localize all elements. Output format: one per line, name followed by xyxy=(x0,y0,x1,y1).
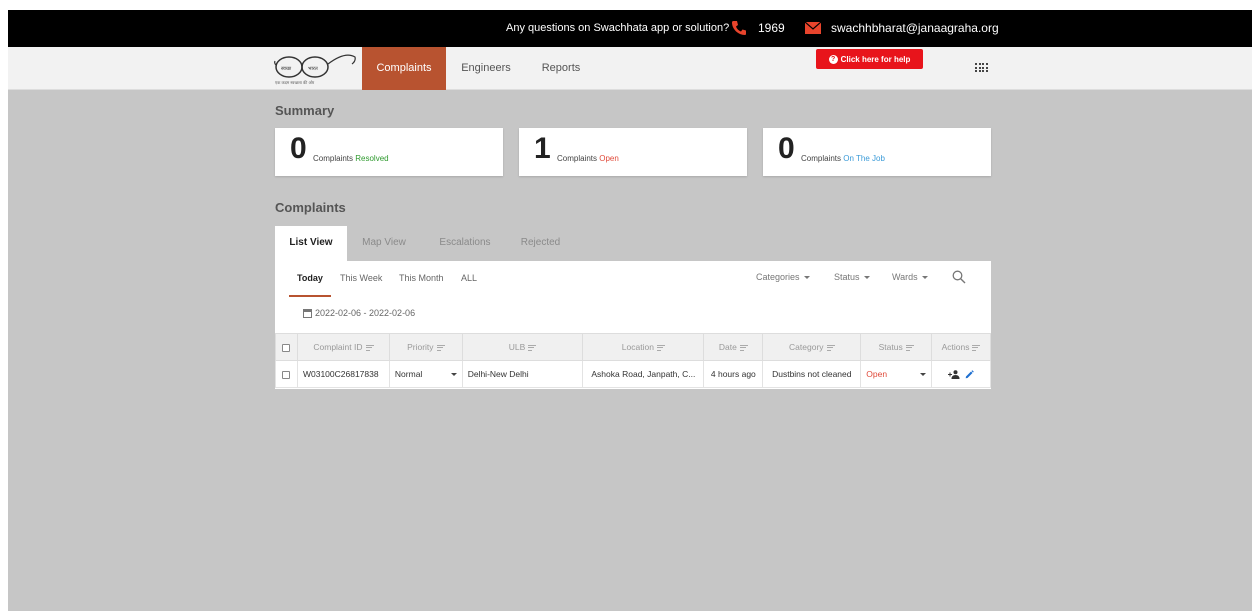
contact-bar: Any questions on Swachhata app or soluti… xyxy=(8,10,1252,47)
open-count: 1 xyxy=(534,132,551,165)
contact-question: Any questions on Swachhata app or soluti… xyxy=(506,22,730,34)
search-icon[interactable] xyxy=(952,270,966,284)
svg-text:भारत: भारत xyxy=(308,66,318,72)
card-label: Complaints xyxy=(557,154,598,163)
date-range-value: 2022-02-06 - 2022-02-06 xyxy=(315,308,416,318)
phone-icon xyxy=(732,21,746,35)
status-value: Open xyxy=(866,369,888,379)
help-button-label: Click here for help xyxy=(840,54,911,64)
chevron-down-icon xyxy=(920,373,927,376)
summary-heading: Summary xyxy=(275,103,335,118)
swachh-bharat-logo: स्वच्छ भारत एक कदम स्वच्छता की ओर xyxy=(274,54,356,85)
status-select[interactable]: Open xyxy=(860,360,933,388)
svg-text:स्वच्छ: स्वच्छ xyxy=(281,66,292,72)
summary-card-on-the-job: 0 Complaints On The Job xyxy=(763,128,991,176)
row-select-cell xyxy=(275,360,298,388)
question-circle-icon: ? xyxy=(828,54,838,64)
nav-tab-complaints[interactable]: Complaints xyxy=(362,47,446,90)
helpline-number[interactable]: 1969 xyxy=(758,21,785,35)
row-checkbox[interactable] xyxy=(282,370,291,379)
app-frame: Any questions on Swachhata app or soluti… xyxy=(8,10,1252,611)
sort-icon xyxy=(739,344,748,351)
select-all-cell xyxy=(275,333,298,361)
sort-icon xyxy=(656,344,665,351)
priority-select[interactable]: Normal xyxy=(388,360,463,388)
sort-icon xyxy=(365,344,374,351)
period-this-month[interactable]: This Month xyxy=(399,273,444,283)
sort-icon xyxy=(826,344,835,351)
main-nav: स्वच्छ भारत एक कदम स्वच्छता की ओर Compla… xyxy=(8,47,1252,90)
on-the-job-count: 0 xyxy=(778,132,795,165)
edit-pencil-icon[interactable] xyxy=(965,370,974,379)
summary-card-open: 1 Complaints Open xyxy=(519,128,747,176)
select-all-checkbox[interactable] xyxy=(282,343,291,352)
tab-rejected[interactable]: Rejected xyxy=(513,226,568,261)
chevron-down-icon xyxy=(921,276,928,280)
date-range-picker[interactable]: 2022-02-06 - 2022-02-06 xyxy=(303,308,415,318)
col-category[interactable]: Category xyxy=(762,333,862,361)
tab-list-view[interactable]: List View xyxy=(275,226,347,261)
card-label: Complaints xyxy=(313,154,354,163)
col-complaint-id[interactable]: Complaint ID xyxy=(296,333,390,361)
chevron-down-icon xyxy=(450,373,457,376)
categories-filter[interactable]: Categories xyxy=(756,272,810,282)
active-period-underline xyxy=(289,295,331,297)
col-date[interactable]: Date xyxy=(703,333,764,361)
sort-icon xyxy=(905,344,914,351)
calendar-icon xyxy=(303,308,312,318)
apps-grid-icon[interactable] xyxy=(975,63,988,73)
period-today[interactable]: Today xyxy=(297,273,323,283)
ulb-cell: Delhi-New Delhi xyxy=(461,360,584,388)
mail-icon xyxy=(805,22,821,34)
actions-cell xyxy=(931,360,991,388)
category-cell: Dustbins not cleaned xyxy=(762,360,862,388)
col-ulb[interactable]: ULB xyxy=(461,333,584,361)
location-cell: Ashoka Road, Janpath, C... xyxy=(582,360,705,388)
table-header-row: Complaint ID Priority ULB Location Date … xyxy=(275,333,991,361)
col-priority[interactable]: Priority xyxy=(388,333,463,361)
table-row: W03100C26817838 Normal Delhi-New Delhi A… xyxy=(275,360,991,388)
status-resolved: Resolved xyxy=(355,154,389,163)
status-open: Open xyxy=(599,154,619,163)
assign-user-icon[interactable] xyxy=(948,370,960,380)
complaints-table: Complaint ID Priority ULB Location Date … xyxy=(275,333,991,388)
sort-icon xyxy=(436,344,445,351)
complaints-panel: Today This Week This Month ALL Categorie… xyxy=(275,261,991,389)
support-email[interactable]: swachhbharat@janaagraha.org xyxy=(831,21,999,35)
svg-text:एक कदम स्वच्छता की ओर: एक कदम स्वच्छता की ओर xyxy=(275,80,315,85)
priority-value: Normal xyxy=(394,369,423,379)
date-cell: 4 hours ago xyxy=(703,360,764,388)
complaint-id-link[interactable]: W03100C26817838 xyxy=(296,360,390,388)
card-label: Complaints xyxy=(801,154,842,163)
status-on-the-job: On The Job xyxy=(843,154,885,163)
col-actions[interactable]: Actions xyxy=(931,333,991,361)
period-all[interactable]: ALL xyxy=(461,273,477,283)
tab-map-view[interactable]: Map View xyxy=(354,226,414,261)
period-this-week[interactable]: This Week xyxy=(340,273,382,283)
sort-icon xyxy=(528,344,537,351)
sort-icon xyxy=(972,344,981,351)
chevron-down-icon xyxy=(803,276,810,280)
summary-card-resolved: 0 Complaints Resolved xyxy=(275,128,503,176)
nav-tab-reports[interactable]: Reports xyxy=(536,47,586,90)
chevron-down-icon xyxy=(863,276,870,280)
resolved-count: 0 xyxy=(290,132,307,165)
wards-filter[interactable]: Wards xyxy=(892,272,928,282)
help-button[interactable]: ? Click here for help xyxy=(816,49,923,69)
col-status[interactable]: Status xyxy=(860,333,933,361)
status-filter[interactable]: Status xyxy=(834,272,870,282)
tab-escalations[interactable]: Escalations xyxy=(431,226,499,261)
nav-tab-engineers[interactable]: Engineers xyxy=(456,47,516,90)
col-location[interactable]: Location xyxy=(582,333,705,361)
complaints-heading: Complaints xyxy=(275,200,346,215)
